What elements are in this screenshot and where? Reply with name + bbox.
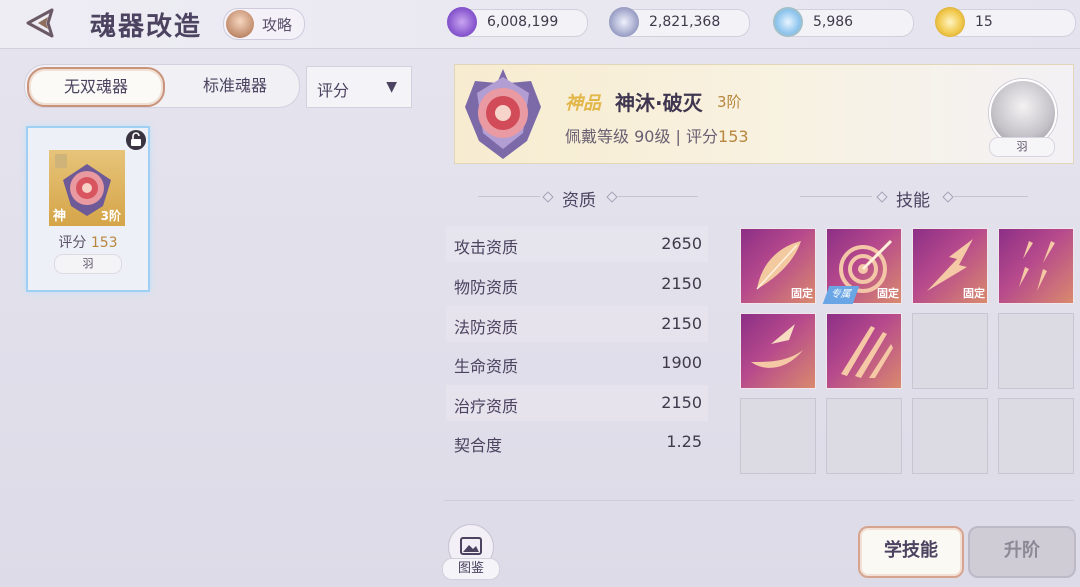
- claw-strike-skill-icon: [841, 326, 893, 378]
- tab-unique-soul[interactable]: 无双魂器: [27, 67, 165, 107]
- skill-slot[interactable]: 固定: [912, 228, 988, 304]
- slash-wave-skill-icon: [751, 324, 803, 368]
- silver-coin-icon: [609, 7, 639, 37]
- gallery-label: 图鉴: [442, 558, 500, 580]
- soul-emblem: [457, 67, 549, 161]
- stat-row: 治疗资质 2150: [446, 385, 708, 421]
- soul-emblem-thumbnail: 神 3阶: [49, 150, 125, 226]
- divider-diamond-icon: [606, 191, 618, 203]
- guide-button[interactable]: 攻略: [223, 8, 305, 40]
- stat-value: 1900: [661, 353, 702, 372]
- currency-purple-ticket[interactable]: 6,008,199: [447, 7, 588, 37]
- card-score-value: 153: [90, 235, 118, 251]
- skill-slot[interactable]: [740, 313, 816, 389]
- equip-level-text: 佩戴等级 90级 | 评分: [565, 127, 719, 146]
- stat-name: 治疗资质: [454, 397, 519, 416]
- currency-silver-coin[interactable]: 2,821,368: [609, 7, 750, 37]
- soul-tier: 3阶: [717, 93, 742, 111]
- divider-diamond-icon: [942, 191, 954, 203]
- card-score-label: 评分: [58, 235, 87, 251]
- footer-divider: [444, 500, 1074, 501]
- divider-diamond-icon: [542, 191, 554, 203]
- owner-name: 羽: [989, 137, 1055, 157]
- soul-detail-banner: 神品 神沐·破灭 3阶 佩戴等级 90级 | 评分153 羽: [454, 64, 1074, 164]
- currency-gold-coin[interactable]: 15: [935, 7, 1076, 37]
- learn-skill-button[interactable]: 学技能: [858, 526, 964, 578]
- stat-value: 2650: [661, 234, 702, 253]
- skill-slot-empty[interactable]: [912, 398, 988, 474]
- detail-score: 153: [718, 127, 749, 146]
- skill-slot-empty[interactable]: [998, 313, 1074, 389]
- skill-slot[interactable]: [826, 313, 902, 389]
- unlock-icon[interactable]: [126, 130, 146, 150]
- skill-slot[interactable]: 固定: [740, 228, 816, 304]
- stat-value: 1.25: [666, 432, 702, 451]
- card-score: 评分 153: [28, 232, 148, 252]
- stat-row: 生命资质 1900: [446, 345, 708, 381]
- stat-value: 2150: [661, 314, 702, 333]
- currency-value: 2,821,368: [649, 14, 721, 30]
- top-bar: 魂器改造 攻略 6,008,199 2,821,368 5,986 15: [0, 0, 1080, 49]
- sort-label: 评分: [317, 81, 350, 100]
- currency-blue-orb[interactable]: 5,986: [773, 7, 914, 37]
- guide-avatar-icon: [226, 10, 254, 38]
- stat-name: 物防资质: [454, 278, 519, 297]
- skill-slot-empty[interactable]: [912, 313, 988, 389]
- stat-value: 2150: [661, 393, 702, 412]
- equip-info: 佩戴等级 90级 | 评分153: [565, 123, 749, 147]
- stats-title: 资质: [562, 191, 596, 211]
- skill-slot-empty[interactable]: [826, 398, 902, 474]
- divider-diamond-icon: [876, 191, 888, 203]
- blue-orb-icon: [773, 7, 803, 37]
- skill-slot[interactable]: [998, 228, 1074, 304]
- card-owner: 羽: [54, 254, 122, 274]
- soul-type-tabs: 无双魂器 标准魂器: [24, 64, 300, 108]
- stat-row: 法防资质 2150: [446, 306, 708, 342]
- stat-value: 2150: [661, 274, 702, 293]
- fixed-tag: 固定: [963, 287, 985, 300]
- upgrade-button[interactable]: 升阶: [968, 526, 1076, 578]
- skills-title: 技能: [896, 191, 930, 211]
- sort-dropdown[interactable]: 评分 ▼: [306, 66, 412, 108]
- skill-slot[interactable]: 专属 固定: [822, 228, 902, 304]
- divider: [618, 196, 698, 197]
- currency-value: 5,986: [813, 14, 854, 30]
- guide-label: 攻略: [262, 16, 293, 34]
- grade-tag: 神品: [565, 93, 601, 114]
- divider: [800, 196, 872, 197]
- page-title: 魂器改造: [90, 12, 203, 42]
- tab-standard-soul[interactable]: 标准魂器: [175, 65, 295, 107]
- back-icon[interactable]: [24, 6, 64, 40]
- fixed-tag: 固定: [791, 287, 813, 300]
- card-tier: 3阶: [100, 209, 121, 223]
- gold-coin-icon: [935, 7, 965, 37]
- currency-value: 6,008,199: [487, 14, 559, 30]
- stat-name: 生命资质: [454, 357, 519, 376]
- divider: [478, 196, 540, 197]
- skill-slot-empty[interactable]: [740, 398, 816, 474]
- divider: [954, 196, 1028, 197]
- arrow-rain-skill-icon: [1019, 241, 1055, 291]
- fixed-tag: 固定: [877, 287, 899, 300]
- stat-row: 攻击资质 2650: [446, 226, 708, 262]
- stat-row: 物防资质 2150: [446, 266, 708, 302]
- stat-name: 攻击资质: [454, 238, 519, 257]
- stat-row: 契合度 1.25: [446, 424, 708, 460]
- stat-name: 契合度: [454, 436, 503, 455]
- soul-card[interactable]: 神 3阶 评分 153 羽: [26, 126, 150, 292]
- card-grade: 神: [53, 209, 67, 224]
- stat-name: 法防资质: [454, 318, 519, 337]
- soul-name: 神沐·破灭: [615, 91, 703, 115]
- chevron-down-icon: ▼: [386, 79, 397, 95]
- purple-ticket-icon: [447, 7, 477, 37]
- skill-slot-empty[interactable]: [998, 398, 1074, 474]
- currency-value: 15: [975, 14, 993, 30]
